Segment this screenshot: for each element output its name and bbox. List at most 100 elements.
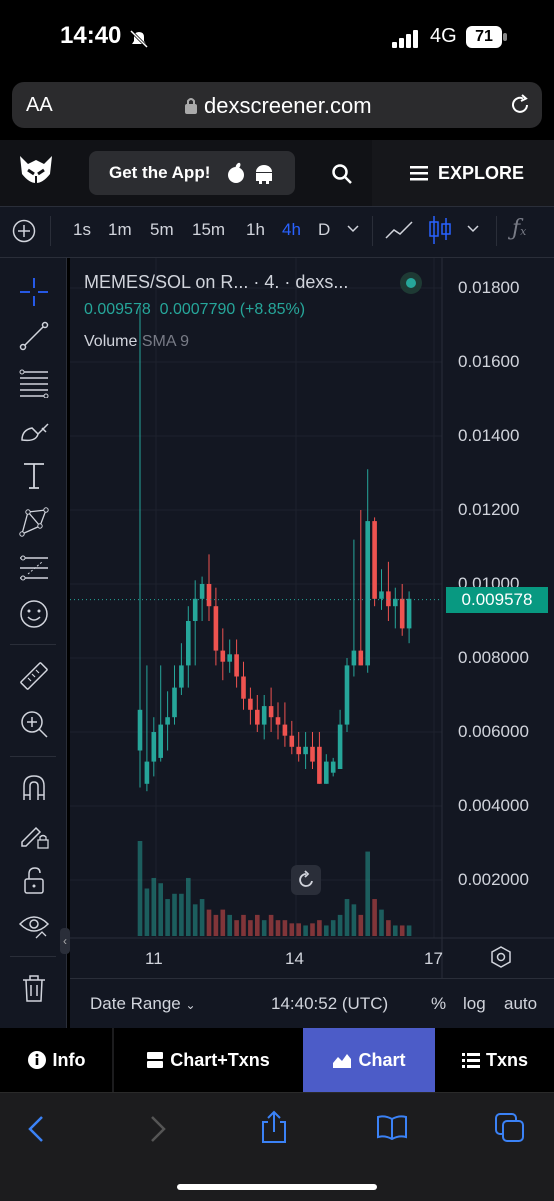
tabs-icon[interactable]	[494, 1112, 526, 1144]
timeframe-1h[interactable]: 1h	[246, 220, 265, 240]
lock-drawings-icon[interactable]	[18, 818, 50, 850]
tab-chart-txns[interactable]: Chart+Txns	[114, 1028, 302, 1092]
bookmarks-icon[interactable]	[376, 1114, 408, 1140]
text-size-button[interactable]: AA	[26, 94, 53, 117]
android-icon	[256, 165, 272, 184]
volume-bar	[186, 877, 191, 936]
volume-legend: Volume SMA 9	[84, 333, 189, 351]
magnet-icon[interactable]	[18, 772, 50, 804]
volume-bar	[227, 914, 232, 936]
dexscreener-logo-icon[interactable]	[18, 154, 54, 192]
date-range-dropdown[interactable]: Date Range ⌄	[90, 994, 196, 1014]
trash-icon[interactable]	[18, 972, 50, 1004]
timeframe-1s[interactable]: 1s	[73, 220, 91, 240]
volume-bar	[393, 925, 398, 936]
candle-body	[179, 665, 184, 688]
tab-txns[interactable]: Txns	[436, 1028, 554, 1092]
ruler-icon[interactable]	[18, 660, 50, 692]
percent-scale-toggle[interactable]: %	[431, 994, 446, 1014]
trend-line-icon[interactable]	[18, 320, 50, 352]
timeframe-15m[interactable]: 15m	[192, 220, 225, 240]
volume-bar	[351, 904, 357, 936]
volume-bar	[386, 920, 391, 936]
candle-body	[206, 584, 212, 607]
eye-icon[interactable]	[18, 910, 50, 942]
candle-body	[344, 665, 350, 725]
market-status-dot-inner	[406, 278, 416, 288]
search-icon[interactable]	[331, 163, 353, 185]
prediction-tool-icon[interactable]	[18, 552, 50, 584]
candle-body	[324, 761, 329, 784]
brush-icon[interactable]	[18, 414, 50, 446]
line-chart-type-icon[interactable]	[384, 218, 416, 242]
candle-body	[317, 746, 322, 784]
text-tool-icon[interactable]	[18, 460, 50, 492]
tool-divider	[10, 956, 56, 957]
url-text[interactable]: dexscreener.com	[204, 93, 372, 119]
signal-icon	[392, 30, 418, 48]
crosshair-icon[interactable]	[18, 276, 50, 308]
candle-body	[303, 746, 308, 755]
x-tick: 11	[145, 949, 163, 968]
settings-gear-icon[interactable]	[490, 946, 512, 968]
volume-bar	[165, 899, 170, 936]
tab-info[interactable]: Info	[0, 1028, 112, 1092]
candle-body	[248, 698, 253, 710]
utc-clock[interactable]: 14:40:52 (UTC)	[271, 994, 388, 1014]
tool-divider	[10, 756, 56, 757]
timeframe-1m[interactable]: 1m	[108, 220, 132, 240]
volume-bar	[172, 893, 177, 936]
candle-body	[310, 746, 315, 762]
volume-label: Volume	[84, 333, 138, 350]
fx-indicators-icon[interactable]: ƒx	[512, 216, 526, 241]
volume-bar	[220, 909, 226, 936]
get-app-label: Get the App!	[109, 163, 211, 182]
add-indicator-icon[interactable]	[12, 219, 36, 243]
reset-chart-button[interactable]	[291, 865, 321, 895]
share-icon[interactable]	[260, 1110, 288, 1144]
volume-bar	[317, 920, 322, 936]
candle-body	[372, 521, 377, 599]
forward-icon[interactable]	[146, 1114, 168, 1144]
timeframe-5m[interactable]: 5m	[150, 220, 174, 240]
volume-bar	[144, 888, 150, 936]
candlestick-type-icon[interactable]	[428, 214, 452, 246]
volume-bar	[206, 909, 212, 936]
candle-body	[261, 706, 267, 725]
candle-body	[255, 709, 260, 725]
volume-bar	[199, 899, 205, 936]
fib-retracement-icon[interactable]	[18, 366, 50, 398]
volume-bar	[241, 914, 246, 936]
pattern-tool-icon[interactable]	[18, 506, 50, 538]
unlock-icon[interactable]	[18, 864, 50, 896]
chevron-down-icon[interactable]	[346, 224, 360, 234]
tab-chart-txns-label: Chart+Txns	[170, 1049, 270, 1070]
volume-bar	[358, 914, 364, 936]
volume-bar	[303, 925, 308, 936]
volume-bar	[337, 914, 343, 936]
date-range-label: Date Range	[90, 994, 181, 1013]
area-chart-icon	[333, 1054, 352, 1068]
chart-type-chevron-icon[interactable]	[466, 224, 480, 234]
tab-chart[interactable]: Chart	[303, 1028, 435, 1092]
candle-body	[399, 598, 405, 629]
volume-bar	[379, 909, 384, 936]
collapse-toolbar-button[interactable]: ‹	[60, 928, 70, 954]
auto-scale-toggle[interactable]: auto	[504, 994, 537, 1014]
volume-bar	[282, 920, 288, 936]
y-tick: 0.006000	[458, 722, 529, 741]
back-icon[interactable]	[26, 1114, 48, 1144]
log-scale-toggle[interactable]: log	[463, 994, 486, 1014]
x-tick: 14	[285, 949, 304, 968]
emoji-icon[interactable]	[18, 598, 50, 630]
reload-icon[interactable]	[508, 93, 532, 117]
tab-txns-label: Txns	[485, 1049, 528, 1070]
timeframe-4h[interactable]: 4h	[282, 220, 301, 240]
zoom-in-icon[interactable]	[18, 708, 50, 740]
apple-icon	[228, 162, 244, 183]
chevron-down-icon: ⌄	[185, 998, 196, 1012]
timeframe-d[interactable]: D	[318, 220, 330, 240]
volume-bar	[372, 899, 377, 936]
candle-body	[165, 717, 170, 725]
candle-body	[241, 676, 246, 699]
